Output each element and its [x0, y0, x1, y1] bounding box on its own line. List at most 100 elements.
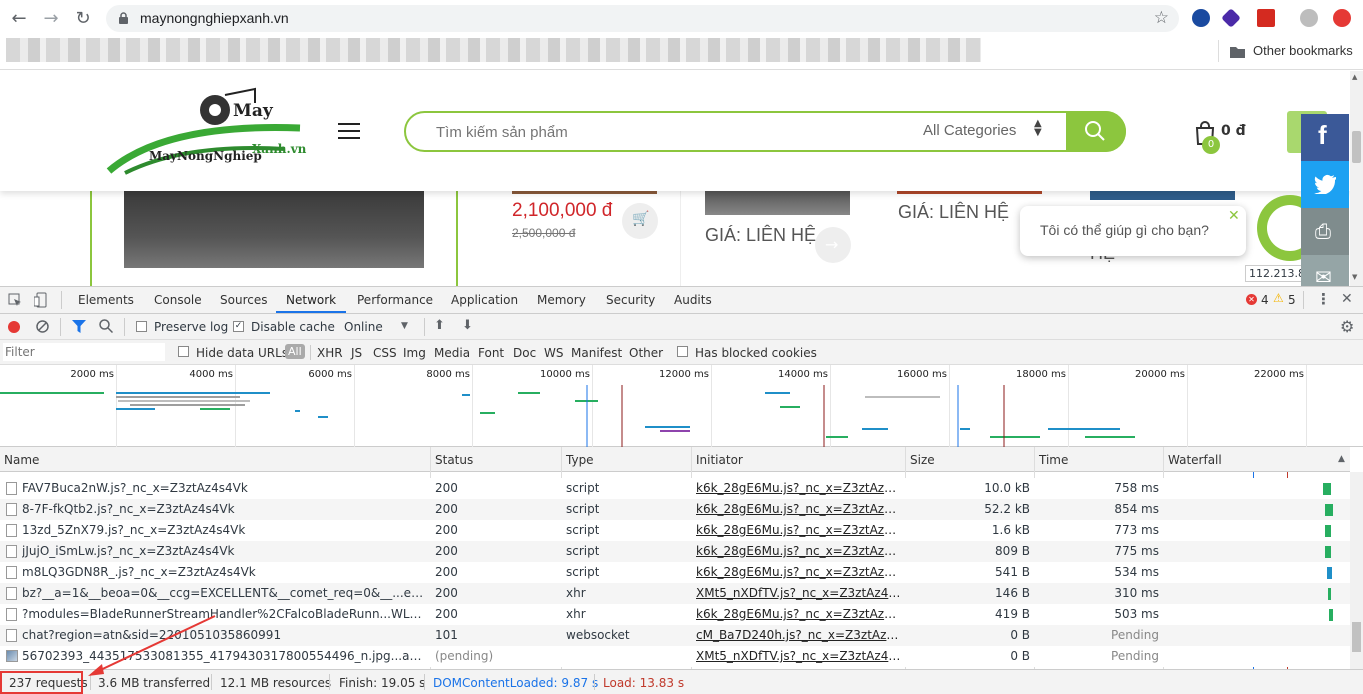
chat-close-icon[interactable]: ✕ [1228, 208, 1240, 224]
device-toolbar-icon[interactable] [34, 292, 48, 308]
table-row[interactable]: jJujO_iSmLw.js?_nc_x=Z3ztAz4s4Vk 200 scr… [0, 541, 1350, 562]
filter-input[interactable] [3, 343, 165, 361]
waterfall-bar [1328, 588, 1331, 600]
product-image-1[interactable] [124, 191, 424, 268]
address-bar[interactable]: maynongnghiepxanh.vn ☆ [106, 5, 1179, 32]
print-button[interactable]: ⎙ [1301, 208, 1349, 255]
search-button[interactable] [1066, 111, 1126, 152]
table-row[interactable]: FAV7Buca2nW.js?_nc_x=Z3ztAz4s4Vk 200 scr… [0, 478, 1350, 499]
network-settings-gear-icon[interactable]: ⚙ [1340, 317, 1354, 336]
filter-all[interactable]: All [285, 344, 305, 359]
inspect-element-icon[interactable] [8, 293, 22, 307]
extension-flag-icon[interactable] [1257, 9, 1275, 27]
forward-icon[interactable]: → [40, 8, 62, 30]
site-header: May MayNongNghiep Xanh.vn All Categories… [0, 71, 1350, 191]
reload-icon[interactable]: ↻ [72, 8, 94, 30]
disable-cache-checkbox[interactable]: ✓ [233, 321, 244, 332]
email-share-button[interactable]: ✉ [1301, 255, 1349, 286]
warning-count[interactable]: 5 [1288, 293, 1296, 307]
export-har-icon[interactable]: ⬇ [462, 318, 473, 333]
extension-diamond-icon[interactable] [1221, 8, 1241, 28]
filter-font[interactable]: Font [478, 346, 504, 360]
tab-security[interactable]: Security [606, 293, 655, 307]
request-initiator-link[interactable]: k6k_28gE6Mu.js?_nc_x=Z3ztAz4s4... [696, 607, 901, 621]
hamburger-menu-icon[interactable] [338, 123, 360, 141]
cart-total[interactable]: 0 đ [1221, 123, 1246, 139]
table-row[interactable]: 8-7F-fkQtb2.js?_nc_x=Z3ztAz4s4Vk 200 scr… [0, 499, 1350, 520]
request-initiator-link[interactable]: k6k_28gE6Mu.js?_nc_x=Z3ztAz4s4... [696, 544, 901, 558]
category-select[interactable]: All Categories [923, 122, 1016, 139]
site-logo[interactable]: May MayNongNghiep Xanh.vn [105, 83, 306, 178]
tab-audits[interactable]: Audits [674, 293, 712, 307]
extension-ip-icon[interactable] [1192, 9, 1210, 27]
column-name[interactable]: Name [4, 453, 39, 467]
update-icon[interactable] [1333, 9, 1351, 27]
table-scrollbar[interactable] [1350, 472, 1363, 669]
filter-manifest[interactable]: Manifest [571, 346, 622, 360]
filter-css[interactable]: CSS [373, 346, 397, 360]
back-icon[interactable]: ← [8, 8, 30, 30]
preserve-log-checkbox[interactable] [136, 321, 147, 332]
product-image-3[interactable] [705, 191, 850, 215]
request-initiator-link[interactable]: XMt5_nXDfTV.js?_nc_x=Z3ztAz4s4... [696, 586, 901, 600]
column-initiator[interactable]: Initiator [696, 453, 743, 467]
column-time[interactable]: Time [1039, 453, 1068, 467]
column-type[interactable]: Type [566, 453, 594, 467]
chat-popup[interactable]: Tôi có thể giúp gì cho bạn? ✕ [1020, 206, 1246, 256]
tab-application[interactable]: Application [451, 293, 518, 307]
search-icon[interactable] [99, 319, 113, 333]
filter-xhr[interactable]: XHR [317, 346, 343, 360]
facebook-share-button[interactable]: f [1301, 114, 1349, 161]
add-to-cart-button[interactable]: 🛒 [622, 203, 658, 239]
record-icon[interactable] [8, 321, 20, 333]
devtools-close-icon[interactable]: ✕ [1341, 291, 1353, 307]
tab-console[interactable]: Console [154, 293, 202, 307]
filter-media[interactable]: Media [434, 346, 470, 360]
table-row[interactable]: m8LQ3GDN8R_.js?_nc_x=Z3ztAz4s4Vk 200 scr… [0, 562, 1350, 583]
throttle-select[interactable]: Online [344, 320, 383, 334]
tab-sources[interactable]: Sources [220, 293, 267, 307]
tab-elements[interactable]: Elements [78, 293, 134, 307]
devtools-menu-icon[interactable]: ⋮ [1316, 290, 1331, 308]
product-image-5[interactable] [1090, 191, 1235, 200]
request-initiator-link[interactable]: k6k_28gE6Mu.js?_nc_x=Z3ztAz4s4... [696, 523, 901, 537]
table-scrollbar-thumb[interactable] [1352, 622, 1361, 652]
filter-img[interactable]: Img [403, 346, 426, 360]
filter-js[interactable]: JS [351, 346, 362, 360]
table-row[interactable]: bz?__a=1&__beoa=0&__ccg=EXCELLENT&__come… [0, 583, 1350, 604]
filter-other[interactable]: Other [629, 346, 663, 360]
request-initiator-link[interactable]: cM_Ba7D240h.js?_nc_x=Z3ztAz4s4... [696, 628, 901, 642]
finish-time: Finish: 19.05 s [339, 676, 426, 690]
clear-icon[interactable] [36, 320, 49, 333]
column-waterfall[interactable]: Waterfall [1168, 453, 1222, 467]
network-overview-timeline[interactable]: 2000 ms 4000 ms 6000 ms 8000 ms 10000 ms… [0, 365, 1363, 447]
filter-icon[interactable] [72, 320, 86, 333]
column-size[interactable]: Size [910, 453, 935, 467]
view-product-button[interactable]: → [815, 227, 851, 263]
page-scrollbar-thumb[interactable] [1352, 131, 1361, 163]
search-input[interactable] [436, 121, 896, 143]
hide-data-urls-checkbox[interactable] [178, 346, 189, 357]
tab-network[interactable]: Network [286, 293, 336, 307]
filter-ws[interactable]: WS [544, 346, 563, 360]
request-initiator-link[interactable]: k6k_28gE6Mu.js?_nc_x=Z3ztAz4s4... [696, 502, 901, 516]
profile-avatar-icon[interactable] [1300, 9, 1318, 27]
error-count[interactable]: 4 [1261, 293, 1269, 307]
bookmark-star-icon[interactable]: ☆ [1154, 8, 1169, 28]
throttle-dropdown-icon[interactable]: ▼ [401, 321, 408, 331]
table-row[interactable]: 13zd_5ZnX79.js?_nc_x=Z3ztAz4s4Vk 200 scr… [0, 520, 1350, 541]
twitter-share-button[interactable] [1301, 161, 1349, 208]
request-initiator-link[interactable]: XMt5_nXDfTV.js?_nc_x=Z3ztAz4s4... [696, 649, 901, 663]
filter-doc[interactable]: Doc [513, 346, 536, 360]
blocked-cookies-checkbox[interactable] [677, 346, 688, 357]
tab-performance[interactable]: Performance [357, 293, 433, 307]
script-file-icon [6, 545, 17, 558]
request-initiator-link[interactable]: k6k_28gE6Mu.js?_nc_x=Z3ztAz4s4... [696, 565, 901, 579]
search-icon [1085, 121, 1105, 141]
import-har-icon[interactable]: ⬆ [434, 318, 445, 333]
tab-memory[interactable]: Memory [537, 293, 586, 307]
page-scrollbar[interactable]: ▲ ▼ [1350, 71, 1363, 286]
other-bookmarks-link[interactable]: Other bookmarks [1253, 43, 1353, 58]
request-initiator-link[interactable]: k6k_28gE6Mu.js?_nc_x=Z3ztAz4s4... [696, 481, 901, 495]
column-status[interactable]: Status [435, 453, 473, 467]
